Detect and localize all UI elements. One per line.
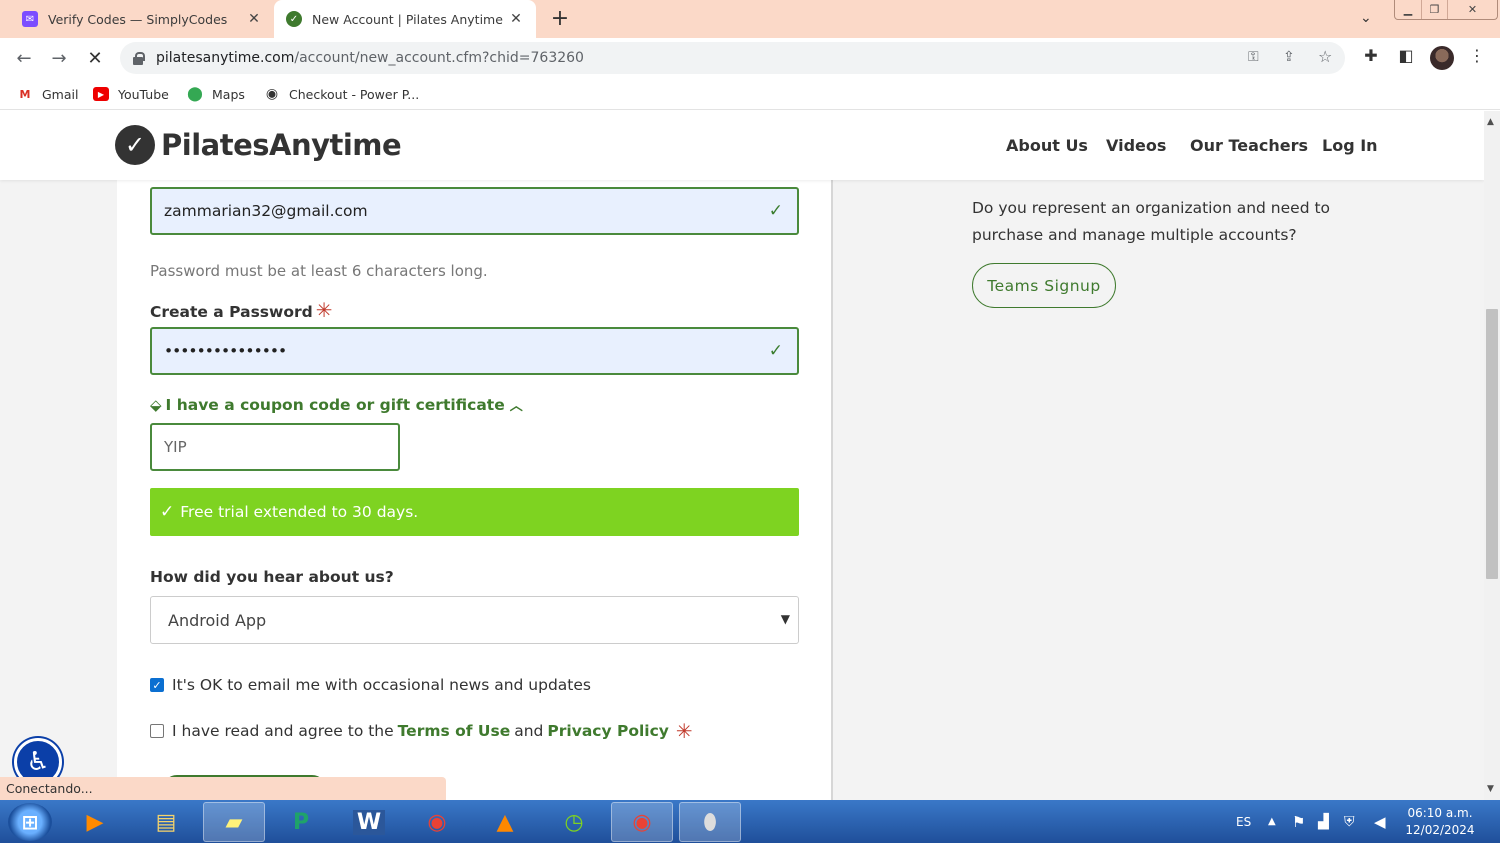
email-opt-in-row: ✓ It's OK to email me with occasional ne… xyxy=(150,676,591,694)
tab-title: Verify Codes — SimplyCodes xyxy=(48,11,228,27)
valid-check-icon: ✓ xyxy=(768,201,783,221)
tag-icon: ⬙ xyxy=(150,395,162,414)
sticky-notes-icon[interactable]: ▰ xyxy=(203,802,265,842)
media-player-icon[interactable]: ▶ xyxy=(64,802,126,842)
network-signal-icon[interactable]: ▟ xyxy=(1318,800,1329,843)
chevron-up-icon: ︿ xyxy=(509,399,523,414)
nav-our-teachers[interactable]: Our Teachers xyxy=(1190,136,1308,155)
window-close-icon[interactable]: ✕ xyxy=(1447,0,1497,19)
file-explorer-icon[interactable]: ▤ xyxy=(135,802,197,842)
close-icon[interactable]: ✕ xyxy=(508,11,524,27)
bookmark-gmail[interactable]: M Gmail xyxy=(17,84,79,104)
window-controls: ▁ ❐ ✕ xyxy=(1394,0,1498,20)
word-icon[interactable]: W xyxy=(338,802,400,842)
tab-strip: ✉ Verify Codes — SimplyCodes ✕ ✓ New Acc… xyxy=(0,0,1500,38)
agree-terms-checkbox[interactable] xyxy=(150,724,164,738)
teams-signup-button[interactable]: Teams Signup xyxy=(972,263,1116,308)
site-logo[interactable]: ✓ PilatesAnytime xyxy=(115,125,402,165)
chevron-down-icon: ▼ xyxy=(780,612,790,626)
status-bubble: Conectando... xyxy=(0,777,446,800)
valid-check-icon: ✓ xyxy=(768,341,783,361)
back-arrow-icon[interactable]: ← xyxy=(12,46,36,70)
menu-kebab-icon[interactable]: ⋮ xyxy=(1466,46,1488,65)
vlc-icon[interactable]: ▲ xyxy=(474,802,536,842)
tab-pilates-anytime[interactable]: ✓ New Account | Pilates Anytime ✕ xyxy=(274,0,536,38)
hear-about-label: How did you hear about us? xyxy=(150,568,394,586)
restore-icon[interactable]: ❐ xyxy=(1421,0,1447,19)
security-alert-icon[interactable]: ⛨ xyxy=(1344,800,1355,843)
bookmarks-bar: M Gmail ▶ YouTube ⬤ Maps ◉ Checkout - Po… xyxy=(0,78,1500,110)
pilates-anytime-icon: ✓ xyxy=(286,11,302,27)
action-center-flag-icon[interactable]: ⚑ xyxy=(1292,800,1305,843)
share-icon[interactable]: ⇪ xyxy=(1283,49,1295,65)
stop-loading-icon[interactable]: ✕ xyxy=(83,46,107,70)
email-opt-in-checkbox[interactable]: ✓ xyxy=(150,678,164,692)
pilates-anytime-logo-icon: ✓ xyxy=(115,125,155,165)
timer-icon[interactable]: ◷ xyxy=(543,802,605,842)
coupon-success-banner: ✓ Free trial extended to 30 days. xyxy=(150,488,799,536)
coupon-code-input[interactable]: YIP xyxy=(150,423,400,471)
bookmark-checkout[interactable]: ◉ Checkout - Power P... xyxy=(264,84,419,104)
extensions-puzzle-icon[interactable]: ✚ xyxy=(1360,46,1382,65)
profile-avatar[interactable] xyxy=(1430,46,1454,70)
signup-form-column: zammarian32@gmail.com ✓ Password must be… xyxy=(117,111,833,800)
start-button[interactable]: ⊞ xyxy=(8,803,52,841)
tab-title: New Account | Pilates Anytime xyxy=(312,11,503,27)
side-panel-icon[interactable]: ◧ xyxy=(1395,46,1417,65)
check-icon: ✓ xyxy=(160,502,175,522)
bookmark-youtube[interactable]: ▶ YouTube xyxy=(93,84,169,104)
url-text[interactable]: pilatesanytime.com/account/new_account.c… xyxy=(156,50,584,66)
chrome-icon[interactable]: ◉ xyxy=(406,802,468,842)
gmail-icon: M xyxy=(19,87,31,101)
nav-log-in[interactable]: Log In xyxy=(1322,136,1378,155)
site-header: ✓ PilatesAnytime About Us Videos Our Tea… xyxy=(0,111,1484,180)
star-icon[interactable]: ☆ xyxy=(1318,47,1332,66)
hear-about-select[interactable]: Android App ▼ xyxy=(150,596,799,644)
email-field[interactable]: zammarian32@gmail.com ✓ xyxy=(150,187,799,235)
scroll-down-icon[interactable]: ▼ xyxy=(1487,784,1494,794)
required-asterisk-icon: ✳ xyxy=(675,719,693,743)
tab-simplycodes[interactable]: ✉ Verify Codes — SimplyCodes ✕ xyxy=(10,0,274,38)
publisher-icon[interactable]: P xyxy=(270,802,332,842)
tray-expand-icon[interactable]: ▲ xyxy=(1268,800,1276,843)
nav-about-us[interactable]: About Us xyxy=(1006,136,1088,155)
system-clock[interactable]: 06:10 a.m. 12/02/2024 xyxy=(1400,805,1480,839)
browser-toolbar: ← → ✕ pilatesanytime.com/account/new_acc… xyxy=(0,38,1500,78)
language-indicator[interactable]: ES xyxy=(1236,800,1251,843)
address-bar[interactable]: pilatesanytime.com/account/new_account.c… xyxy=(120,42,1345,74)
password-label: Create a Password ✳ xyxy=(150,298,333,322)
close-icon[interactable]: ✕ xyxy=(246,11,262,27)
windows-taskbar: ⊞ ▶ ▤ ▰ P W ◉ ▲ ◷ ◉ ⬮ ES ▲ ⚑ ▟ ⛨ ◀ 06:10… xyxy=(0,800,1500,843)
bookmark-maps[interactable]: ⬤ Maps xyxy=(187,84,245,104)
simplycodes-icon: ✉ xyxy=(22,11,38,27)
maps-icon: ⬤ xyxy=(187,86,203,102)
page-scrollbar[interactable]: ▲ ▼ xyxy=(1484,111,1500,800)
required-asterisk-icon: ✳ xyxy=(315,298,333,322)
youtube-icon: ▶ xyxy=(93,87,109,101)
lock-icon[interactable] xyxy=(132,51,145,65)
new-tab-button[interactable]: + xyxy=(548,6,572,31)
checkout-icon: ◉ xyxy=(265,86,279,102)
teams-description: Do you represent an organization and nee… xyxy=(972,199,1331,244)
scroll-up-icon[interactable]: ▲ xyxy=(1487,117,1494,127)
scrollbar-thumb[interactable] xyxy=(1486,309,1498,579)
key-icon[interactable]: ⚿ xyxy=(1248,49,1259,65)
volume-icon[interactable]: ◀ xyxy=(1374,800,1386,843)
privacy-policy-link[interactable]: Privacy Policy xyxy=(547,722,669,740)
tab-search-chevron-icon[interactable]: ⌄ xyxy=(1360,10,1372,26)
windows-logo-icon: ⊞ xyxy=(21,810,39,834)
agree-terms-row: I have read and agree to the Terms of Us… xyxy=(150,719,693,743)
minimize-icon[interactable]: ▁ xyxy=(1395,0,1421,19)
password-hint: Password must be at least 6 characters l… xyxy=(150,262,488,280)
mouse-icon[interactable]: ⬮ xyxy=(679,802,741,842)
forward-arrow-icon[interactable]: → xyxy=(47,46,71,70)
coupon-toggle-link[interactable]: ⬙ I have a coupon code or gift certifica… xyxy=(150,395,523,415)
nav-videos[interactable]: Videos xyxy=(1106,136,1166,155)
chrome-profile-icon[interactable]: ◉ xyxy=(611,802,673,842)
password-field[interactable]: ••••••••••••••• ✓ xyxy=(150,327,799,375)
page-viewport: zammarian32@gmail.com ✓ Password must be… xyxy=(0,111,1484,800)
terms-of-use-link[interactable]: Terms of Use xyxy=(398,722,511,740)
